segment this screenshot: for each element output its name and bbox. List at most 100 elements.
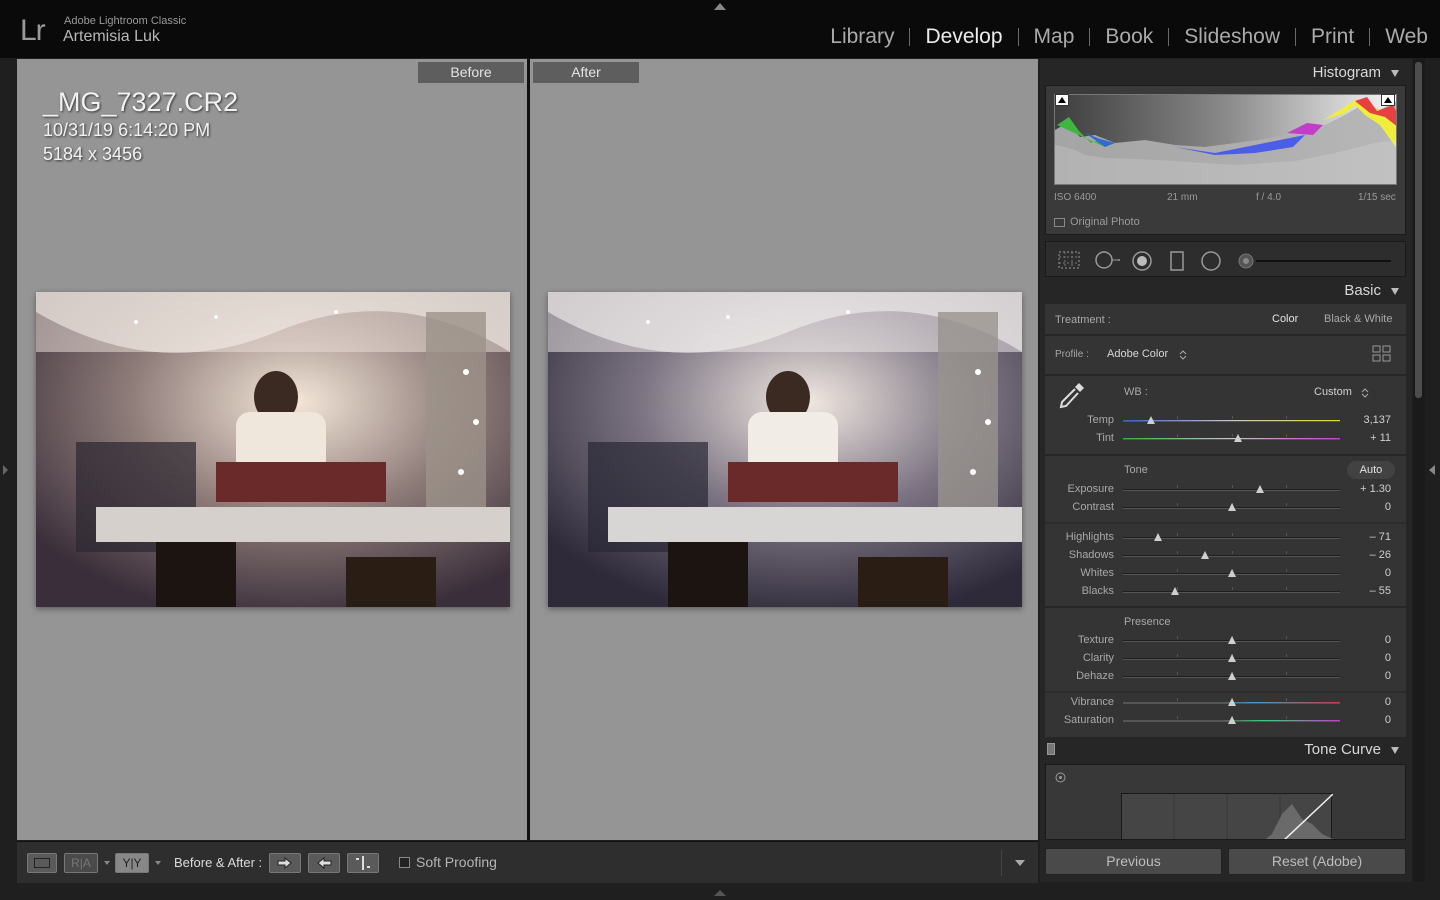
- tone-curve-header[interactable]: Tone Curve: [1045, 738, 1405, 762]
- collapse-triangle-icon[interactable]: [1391, 288, 1399, 295]
- slider-tick: [1177, 416, 1179, 419]
- wb-updown-icon[interactable]: [1361, 388, 1369, 398]
- shadows-slider-track[interactable]: [1123, 555, 1340, 557]
- copy-before-to-after-button[interactable]: [269, 853, 301, 873]
- after-photo[interactable]: [548, 292, 1022, 607]
- exposure-slider-thumb[interactable]: [1255, 485, 1264, 493]
- collapse-right-panel-icon[interactable]: [1429, 465, 1435, 475]
- clarity-slider-thumb[interactable]: [1227, 654, 1236, 662]
- whites-value[interactable]: 0: [1345, 567, 1391, 579]
- texture-value[interactable]: 0: [1345, 634, 1391, 646]
- reference-view-button[interactable]: R|A: [64, 853, 98, 873]
- clarity-value[interactable]: 0: [1345, 652, 1391, 664]
- loupe-view-button[interactable]: [27, 853, 57, 873]
- expand-filmstrip-icon[interactable]: [714, 890, 726, 896]
- crop-overlay-icon[interactable]: [1058, 251, 1080, 269]
- original-photo-checkbox[interactable]: [1054, 218, 1065, 227]
- red-eye-icon[interactable]: [1132, 251, 1152, 271]
- toolbar-separator: [1001, 850, 1002, 876]
- basic-header[interactable]: Basic: [1045, 279, 1405, 303]
- highlight-clipping-button[interactable]: [1381, 94, 1395, 106]
- dehaze-label: Dehaze: [1076, 670, 1114, 682]
- module-print[interactable]: Print: [1296, 25, 1369, 49]
- saturation-slider-thumb[interactable]: [1227, 716, 1236, 724]
- reference-view-menu-icon[interactable]: [104, 861, 110, 865]
- vibrance-value[interactable]: 0: [1345, 696, 1391, 708]
- wb-dropdown[interactable]: Custom: [1314, 386, 1352, 398]
- spot-removal-icon[interactable]: [1094, 251, 1122, 269]
- expand-left-panel-icon[interactable]: [3, 465, 8, 475]
- graduated-filter-icon[interactable]: [1170, 251, 1184, 271]
- treatment-color-option[interactable]: Color: [1272, 313, 1298, 325]
- toolbar-content-menu-icon[interactable]: [1015, 860, 1025, 866]
- module-web[interactable]: Web: [1370, 25, 1428, 49]
- treatment-bw-option[interactable]: Black & White: [1324, 313, 1392, 325]
- highlights-slider-thumb[interactable]: [1153, 533, 1162, 541]
- slider-tick: [1231, 551, 1233, 554]
- module-develop[interactable]: Develop: [910, 25, 1017, 49]
- before-after-view-button[interactable]: Y|Y: [115, 853, 149, 873]
- soft-proofing-checkbox[interactable]: [399, 857, 410, 868]
- module-slideshow[interactable]: Slideshow: [1169, 25, 1295, 49]
- radial-filter-icon[interactable]: [1200, 251, 1222, 271]
- before-photo[interactable]: [36, 292, 510, 607]
- module-library[interactable]: Library: [815, 25, 909, 49]
- dehaze-slider-thumb[interactable]: [1227, 672, 1236, 680]
- tint-value[interactable]: + 11: [1345, 432, 1391, 444]
- arrow-left-icon: [317, 856, 332, 870]
- histogram-graph[interactable]: [1054, 94, 1397, 185]
- blacks-value[interactable]: – 55: [1345, 585, 1391, 597]
- collapse-top-panel-icon[interactable]: [714, 3, 726, 10]
- temp-value[interactable]: 3,137: [1345, 414, 1391, 426]
- blacks-slider-thumb[interactable]: [1171, 587, 1180, 595]
- previous-button[interactable]: Previous: [1045, 848, 1222, 875]
- row-separator: [1045, 334, 1406, 336]
- slider-tick: [1231, 533, 1233, 536]
- tint-slider-thumb[interactable]: [1234, 434, 1242, 442]
- highlights-value[interactable]: – 71: [1345, 531, 1391, 543]
- shadows-value[interactable]: – 26: [1345, 549, 1391, 561]
- original-photo-label[interactable]: Original Photo: [1070, 216, 1140, 228]
- highlights-label: Highlights: [1065, 531, 1114, 543]
- collapse-triangle-icon[interactable]: [1391, 70, 1399, 77]
- wb-label: WB :: [1124, 386, 1148, 398]
- before-after-menu-icon[interactable]: [155, 861, 161, 865]
- reset-button[interactable]: Reset (Adobe): [1228, 848, 1406, 875]
- exposure-value[interactable]: + 1.30: [1345, 483, 1391, 495]
- profile-updown-icon[interactable]: [1179, 350, 1187, 360]
- saturation-value[interactable]: 0: [1345, 714, 1391, 726]
- whites-slider-thumb[interactable]: [1227, 569, 1236, 577]
- swap-before-after-button[interactable]: [347, 853, 379, 873]
- module-map[interactable]: Map: [1019, 25, 1090, 49]
- targeted-adjustment-icon[interactable]: [1055, 772, 1066, 783]
- slider-tick: [1285, 654, 1287, 657]
- adjustment-brush-icon[interactable]: [1236, 251, 1396, 271]
- slider-tick: [1285, 569, 1287, 572]
- shadow-clipping-button[interactable]: [1055, 94, 1069, 106]
- profile-browser-icon[interactable]: [1372, 345, 1392, 363]
- temp-slider-thumb[interactable]: [1147, 416, 1156, 424]
- scrollbar-thumb[interactable]: [1415, 62, 1422, 398]
- dehaze-value[interactable]: 0: [1345, 670, 1391, 682]
- blacks-slider-track[interactable]: [1123, 591, 1340, 593]
- slider-tick: [1177, 716, 1179, 719]
- tint-slider-track[interactable]: [1123, 438, 1340, 440]
- panel-switch-icon[interactable]: [1047, 743, 1055, 755]
- temp-slider-track[interactable]: [1123, 420, 1340, 422]
- module-book[interactable]: Book: [1090, 25, 1168, 49]
- exposure-slider-track[interactable]: [1123, 489, 1340, 491]
- histogram-header[interactable]: Histogram: [1045, 61, 1405, 85]
- vibrance-slider-thumb[interactable]: [1227, 698, 1236, 706]
- auto-tone-button[interactable]: Auto: [1347, 461, 1395, 479]
- tone-curve-graph[interactable]: [1121, 793, 1334, 839]
- copy-after-to-before-button[interactable]: [308, 853, 340, 873]
- soft-proofing-label[interactable]: Soft Proofing: [416, 854, 497, 870]
- eyedropper-icon[interactable]: [1057, 380, 1087, 410]
- collapse-triangle-icon[interactable]: [1391, 747, 1399, 754]
- shadows-slider-thumb[interactable]: [1201, 551, 1210, 559]
- contrast-slider-thumb[interactable]: [1227, 503, 1236, 511]
- texture-slider-thumb[interactable]: [1227, 636, 1236, 644]
- contrast-value[interactable]: 0: [1345, 501, 1391, 513]
- develop-toolbar: R|A Y|Y Before & After : Soft Proofing: [17, 841, 1038, 883]
- profile-dropdown[interactable]: Adobe Color: [1107, 348, 1168, 360]
